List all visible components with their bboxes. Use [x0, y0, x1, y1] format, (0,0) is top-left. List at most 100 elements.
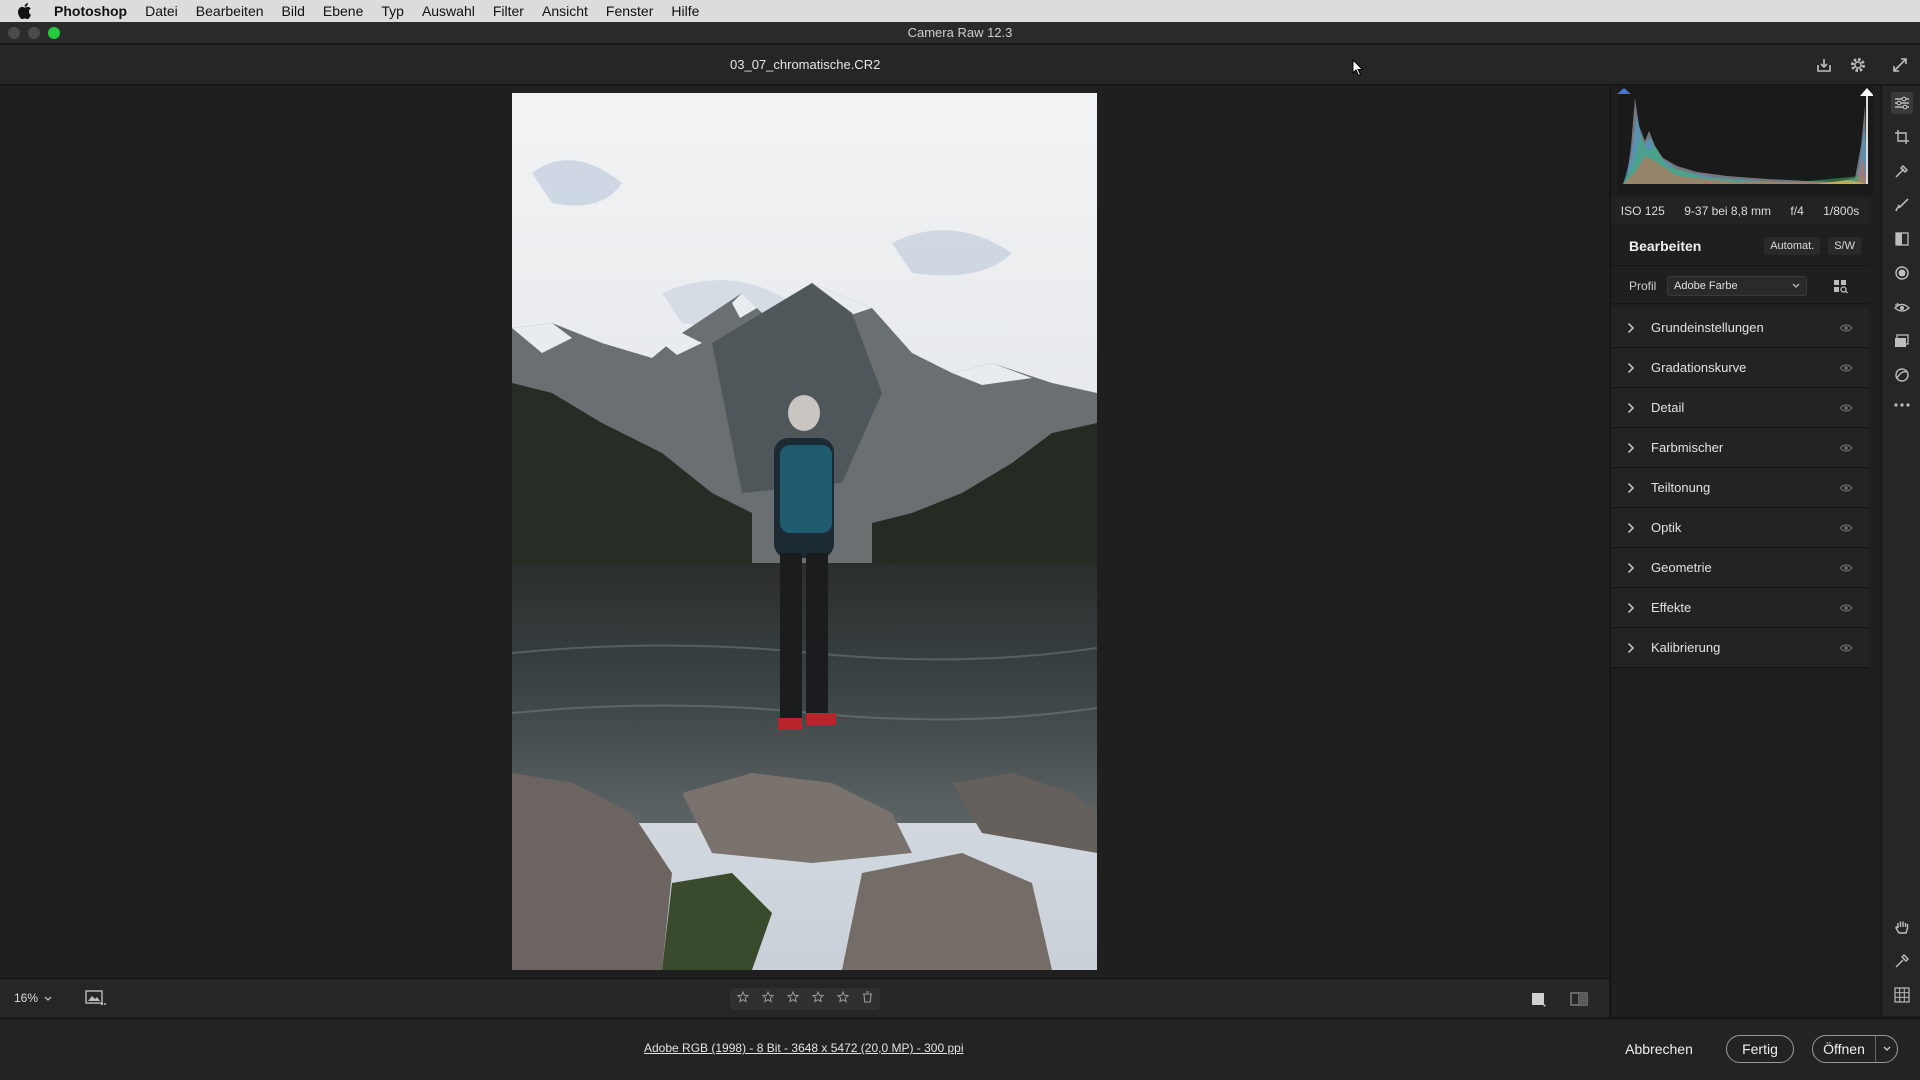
eye-icon[interactable]: [1839, 323, 1853, 333]
section-kalibrierung[interactable]: Kalibrierung: [1611, 628, 1869, 668]
shadow-clipping-indicator: [1617, 88, 1631, 94]
eye-icon[interactable]: [1839, 483, 1853, 493]
zoom-window-button[interactable]: [48, 27, 60, 39]
star-icon[interactable]: [761, 990, 774, 1008]
presets-icon[interactable]: [1891, 364, 1913, 386]
chevron-right-icon: [1627, 602, 1639, 614]
eye-icon[interactable]: [1839, 443, 1853, 453]
highlight-clipping-indicator: [1860, 88, 1874, 96]
red-eye-icon[interactable]: [1891, 296, 1913, 318]
eye-icon[interactable]: [1839, 563, 1853, 573]
hand-tool-icon[interactable]: [1891, 916, 1913, 938]
radial-filter-icon[interactable]: [1891, 262, 1913, 284]
exif-shutter: 1/800s: [1823, 204, 1860, 218]
menu-ansicht[interactable]: Ansicht: [542, 3, 588, 19]
chevron-right-icon: [1627, 442, 1639, 454]
chevron-right-icon: [1627, 642, 1639, 654]
chevron-right-icon: [1627, 562, 1639, 574]
chevron-down-icon: [44, 991, 52, 1005]
adjustment-brush-icon[interactable]: [1891, 194, 1913, 216]
window-titlebar: Camera Raw 12.3: [0, 22, 1920, 44]
eye-icon[interactable]: [1839, 643, 1853, 653]
exif-bar: ISO 125 9-37 bei 8,8 mm f/4 1/800s: [1611, 198, 1869, 224]
done-button[interactable]: Fertig: [1726, 1035, 1794, 1063]
menu-fenster[interactable]: Fenster: [606, 3, 653, 19]
menu-app-name[interactable]: Photoshop: [54, 3, 127, 19]
tool-strip: [1881, 86, 1920, 1016]
section-label: Optik: [1651, 520, 1682, 535]
star-icon[interactable]: [786, 990, 800, 1008]
graduated-filter-icon[interactable]: [1891, 228, 1913, 250]
section-gradationskurve[interactable]: Gradationskurve: [1611, 348, 1869, 388]
spot-removal-icon[interactable]: [1891, 160, 1913, 182]
open-button[interactable]: Öffnen: [1813, 1041, 1875, 1057]
eye-icon[interactable]: [1839, 603, 1853, 613]
profile-select[interactable]: Adobe Farbe: [1667, 275, 1807, 296]
eye-icon[interactable]: [1839, 363, 1853, 373]
profile-browser-icon[interactable]: [1833, 279, 1849, 293]
section-geometrie[interactable]: Geometrie: [1611, 548, 1869, 588]
star-icon[interactable]: [811, 990, 825, 1008]
chevron-down-icon: [1883, 1046, 1890, 1051]
eye-icon[interactable]: [1839, 403, 1853, 413]
mouse-cursor-icon: [1352, 58, 1364, 82]
section-label: Grundeinstellungen: [1651, 320, 1764, 335]
file-name: 03_07_chromatische.CR2: [730, 57, 881, 72]
menu-bild[interactable]: Bild: [282, 3, 305, 19]
section-grundeinstellungen[interactable]: Grundeinstellungen: [1611, 308, 1869, 348]
section-detail[interactable]: Detail: [1611, 388, 1869, 428]
star-icon[interactable]: [736, 990, 749, 1008]
menu-bearbeiten[interactable]: Bearbeiten: [196, 3, 264, 19]
window-title: Camera Raw 12.3: [907, 25, 1013, 40]
menu-hilfe[interactable]: Hilfe: [671, 3, 699, 19]
edit-sliders-icon[interactable]: [1891, 92, 1913, 114]
section-effekte[interactable]: Effekte: [1611, 588, 1869, 628]
grid-overlay-icon[interactable]: [1891, 984, 1913, 1006]
file-bar: 03_07_chromatische.CR2: [0, 45, 1920, 85]
single-view-icon[interactable]: [1530, 991, 1546, 1012]
auto-button[interactable]: Automat.: [1764, 236, 1821, 255]
open-options-button[interactable]: [1875, 1036, 1897, 1062]
workflow-options-link[interactable]: Adobe RGB (1998) - 8 Bit - 3648 x 5472 (…: [644, 1041, 964, 1055]
cancel-button[interactable]: Abbrechen: [1622, 1035, 1696, 1063]
edit-sections: Grundeinstellungen Gradationskurve Detai…: [1611, 308, 1869, 668]
before-after-icon[interactable]: [1570, 991, 1588, 1012]
menu-filter[interactable]: Filter: [493, 3, 524, 19]
edit-panel: ISO 125 9-37 bei 8,8 mm f/4 1/800s Bearb…: [1610, 86, 1880, 1016]
chevron-right-icon: [1627, 402, 1639, 414]
section-teiltonung[interactable]: Teiltonung: [1611, 468, 1869, 508]
histogram[interactable]: [1617, 86, 1874, 196]
star-icon[interactable]: [836, 990, 850, 1008]
bw-button[interactable]: S/W: [1828, 236, 1861, 255]
menu-auswahl[interactable]: Auswahl: [422, 3, 475, 19]
star-rating[interactable]: [730, 988, 880, 1010]
image-canvas[interactable]: [0, 86, 1609, 978]
menu-bar: Photoshop Datei Bearbeiten Bild Ebene Ty…: [0, 0, 1920, 22]
chevron-right-icon: [1627, 322, 1639, 334]
menu-typ[interactable]: Typ: [381, 3, 404, 19]
menu-ebene[interactable]: Ebene: [323, 3, 363, 19]
trash-icon[interactable]: [862, 990, 873, 1008]
minimize-window-button[interactable]: [28, 27, 40, 39]
filmstrip-icon[interactable]: [84, 989, 106, 1012]
fullscreen-icon[interactable]: [1890, 55, 1910, 75]
gear-icon[interactable]: [1848, 55, 1868, 75]
section-farbmischer[interactable]: Farbmischer: [1611, 428, 1869, 468]
photo-preview[interactable]: [512, 93, 1097, 970]
crop-icon[interactable]: [1891, 126, 1913, 148]
snapshots-icon[interactable]: [1891, 330, 1913, 352]
eye-icon[interactable]: [1839, 523, 1853, 533]
save-export-icon[interactable]: [1814, 55, 1834, 75]
more-icon[interactable]: [1891, 394, 1913, 416]
edit-header: Bearbeiten Automat. S/W: [1611, 226, 1869, 266]
apple-icon[interactable]: [18, 3, 40, 19]
close-window-button[interactable]: [8, 27, 20, 39]
zoom-select[interactable]: 16%: [14, 991, 52, 1005]
color-sampler-icon[interactable]: [1891, 950, 1913, 972]
zoom-value: 16%: [14, 991, 39, 1005]
chevron-right-icon: [1627, 362, 1639, 374]
profile-value: Adobe Farbe: [1674, 279, 1738, 292]
section-optik[interactable]: Optik: [1611, 508, 1869, 548]
section-label: Kalibrierung: [1651, 640, 1721, 655]
menu-datei[interactable]: Datei: [145, 3, 178, 19]
